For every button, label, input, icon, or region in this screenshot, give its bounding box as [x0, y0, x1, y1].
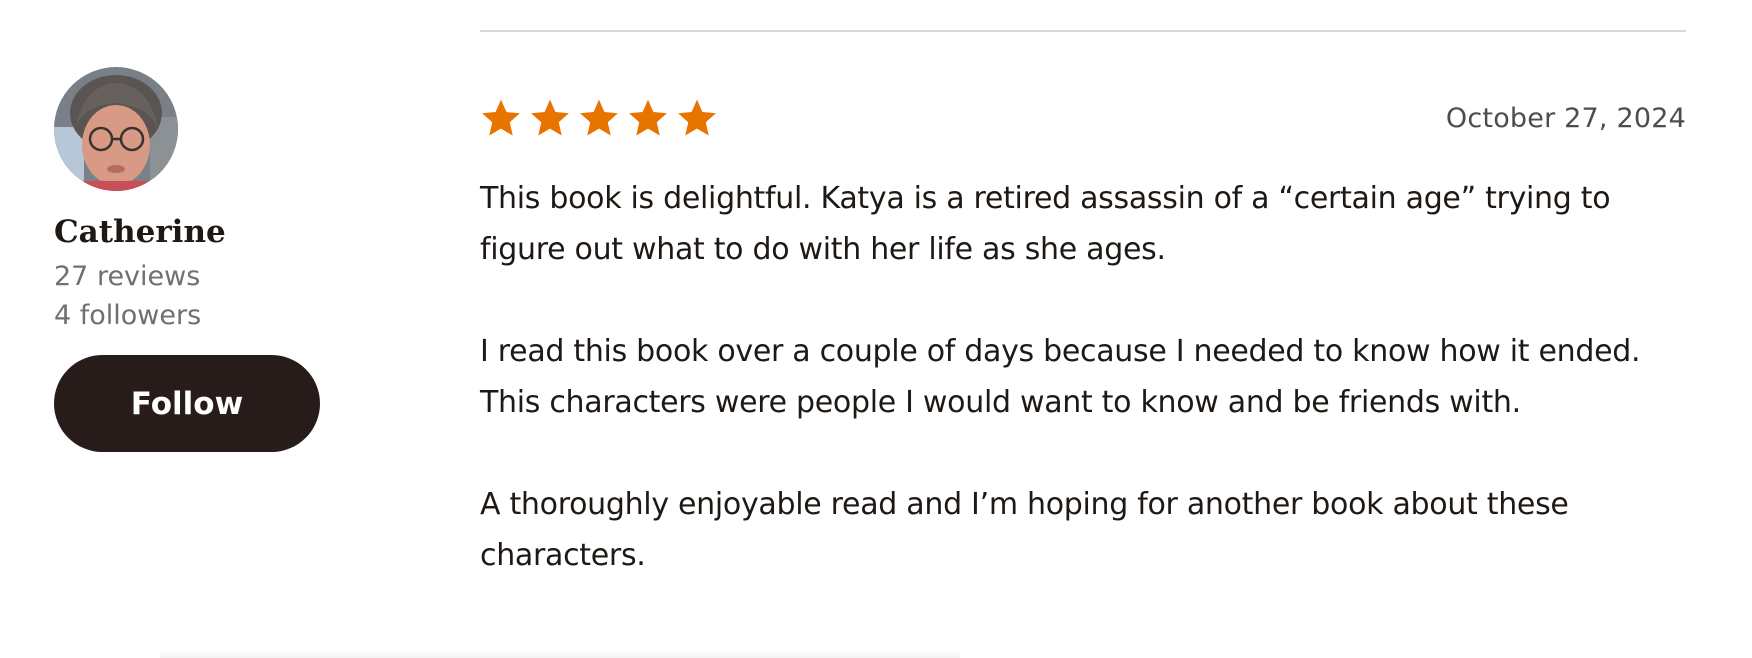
- review-text: This book is delightful. Katya is a reti…: [480, 173, 1686, 581]
- star-rating: [480, 96, 718, 140]
- star-icon: [482, 99, 520, 136]
- divider: [480, 30, 1686, 32]
- followers-count[interactable]: 4 followers: [54, 296, 354, 335]
- review-date[interactable]: October 27, 2024: [1446, 103, 1686, 134]
- review-content: October 27, 2024 This book is delightful…: [480, 96, 1686, 632]
- reviewer-name[interactable]: Catherine: [54, 213, 354, 251]
- star-icon: [531, 99, 569, 136]
- star-icon: [629, 99, 667, 136]
- review-paragraph: A thoroughly enjoyable read and I’m hopi…: [480, 487, 1569, 573]
- star-icon: [580, 99, 618, 136]
- review-paragraph: This book is delightful. Katya is a reti…: [480, 181, 1611, 267]
- reviewer-profile: Catherine 27 reviews 4 followers Follow: [54, 67, 354, 452]
- reviewer-stats: 27 reviews 4 followers: [54, 257, 354, 335]
- follow-button[interactable]: Follow: [54, 355, 320, 452]
- reviewer-photo-icon: [54, 67, 178, 191]
- avatar[interactable]: [54, 67, 178, 191]
- star-icon: [678, 99, 716, 136]
- bottom-shadow: [160, 650, 960, 658]
- reviews-count[interactable]: 27 reviews: [54, 257, 354, 296]
- review-paragraph: I read this book over a couple of days b…: [480, 334, 1641, 420]
- review-card: Catherine 27 reviews 4 followers Follow …: [0, 0, 1752, 658]
- review-header: October 27, 2024: [480, 96, 1686, 140]
